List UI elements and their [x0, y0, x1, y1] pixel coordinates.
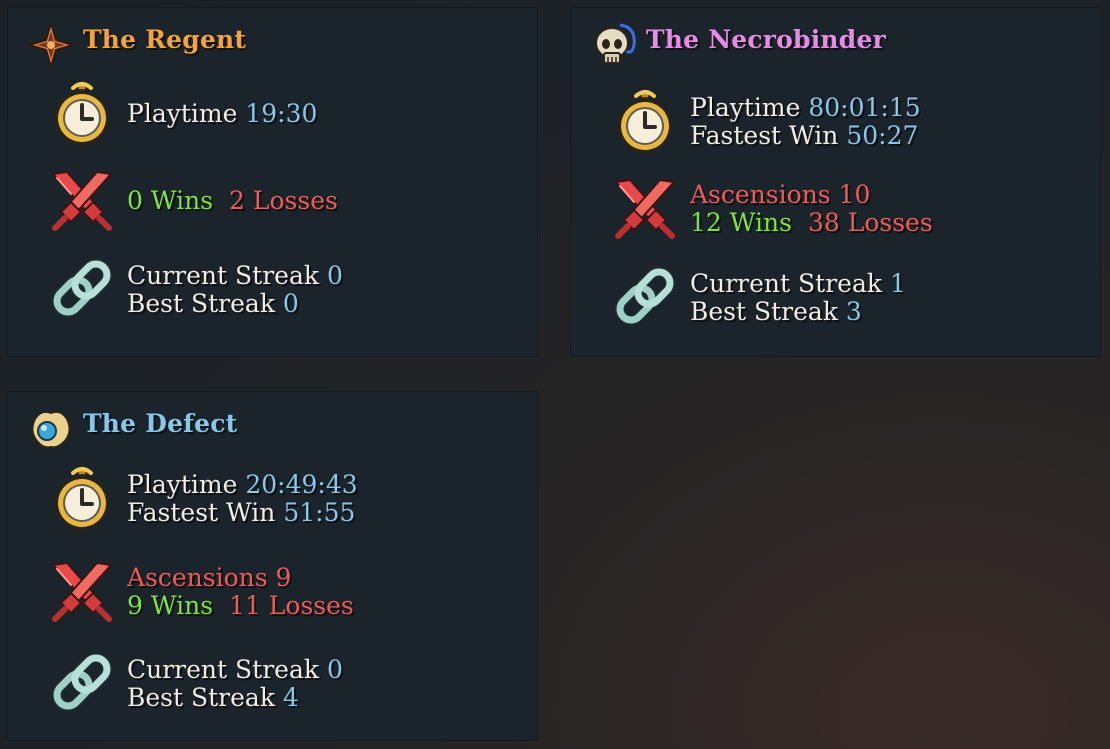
character-card-defect: The Defect Playtime 20:49:43 Fastest Win… — [7, 391, 538, 741]
record-stat: Ascensions 10 12 Wins 38 Losses — [610, 174, 1090, 244]
character-name: The Necrobinder — [646, 25, 886, 54]
playtime-label: Playtime — [127, 99, 238, 128]
skull-icon — [595, 23, 636, 64]
streak-stat: Current Streak 0 Best Streak 4 — [47, 649, 527, 719]
fastest-win-label: Fastest Win — [127, 498, 276, 527]
best-streak-label: Best Streak — [690, 297, 838, 326]
playtime-label: Playtime — [127, 470, 238, 499]
streak-stat: Current Streak 0 Best Streak 0 — [47, 255, 527, 325]
playtime-value: 80:01:15 — [808, 93, 921, 122]
fastest-win-value: 50:27 — [846, 121, 919, 150]
current-streak-value: 1 — [889, 269, 906, 298]
fastest-win-value: 51:55 — [283, 498, 356, 527]
ascensions-label: Ascensions — [127, 563, 268, 592]
stopwatch-icon — [47, 79, 117, 149]
playtime-stat: Playtime 20:49:43 Fastest Win 51:55 — [47, 464, 527, 534]
current-streak-label: Current Streak — [690, 269, 882, 298]
record-stat: Ascensions 9 9 Wins 11 Losses — [47, 557, 527, 627]
playtime-value: 19:30 — [245, 99, 318, 128]
defect-orb-icon — [31, 410, 71, 449]
playtime-value: 20:49:43 — [245, 470, 358, 499]
chain-link-icon — [47, 255, 117, 325]
crossed-swords-icon — [610, 174, 680, 244]
regent-star-icon — [28, 22, 74, 68]
character-name: The Regent — [83, 25, 247, 54]
losses-value: 11 Losses — [229, 591, 354, 620]
stopwatch-icon — [610, 87, 680, 157]
best-streak-value: 4 — [282, 683, 299, 712]
current-streak-label: Current Streak — [127, 261, 319, 290]
losses-value: 38 Losses — [807, 208, 933, 237]
wins-value: 12 Wins — [690, 208, 792, 237]
best-streak-value: 3 — [845, 297, 862, 326]
streak-stat: Current Streak 1 Best Streak 3 — [610, 263, 1090, 333]
crossed-swords-icon — [47, 166, 117, 236]
character-card-regent: The Regent Playtime 19:30 0 Wins 2 Losses… — [7, 7, 538, 357]
best-streak-label: Best Streak — [127, 289, 275, 318]
losses-value: 2 Losses — [229, 186, 338, 215]
wins-value: 0 Wins — [127, 186, 214, 215]
chain-link-icon — [610, 263, 680, 333]
character-name: The Defect — [83, 409, 238, 438]
wins-value: 9 Wins — [127, 591, 214, 620]
current-streak-label: Current Streak — [127, 655, 319, 684]
chain-link-icon — [47, 649, 117, 719]
crossed-swords-icon — [47, 557, 117, 627]
stopwatch-icon — [47, 464, 117, 534]
ascensions-value: 10 — [838, 180, 871, 209]
current-streak-value: 0 — [326, 261, 343, 290]
ascensions-value: 9 — [275, 563, 292, 592]
best-streak-value: 0 — [282, 289, 299, 318]
current-streak-value: 0 — [326, 655, 343, 684]
best-streak-label: Best Streak — [127, 683, 275, 712]
playtime-stat: Playtime 80:01:15 Fastest Win 50:27 — [610, 87, 1090, 157]
character-card-necrobinder: The Necrobinder Playtime 80:01:15 Fastes… — [570, 7, 1101, 357]
record-stat: 0 Wins 2 Losses — [47, 166, 527, 236]
fastest-win-label: Fastest Win — [690, 121, 839, 150]
ascensions-label: Ascensions — [690, 180, 831, 209]
playtime-label: Playtime — [690, 93, 801, 122]
playtime-stat: Playtime 19:30 — [47, 79, 527, 149]
